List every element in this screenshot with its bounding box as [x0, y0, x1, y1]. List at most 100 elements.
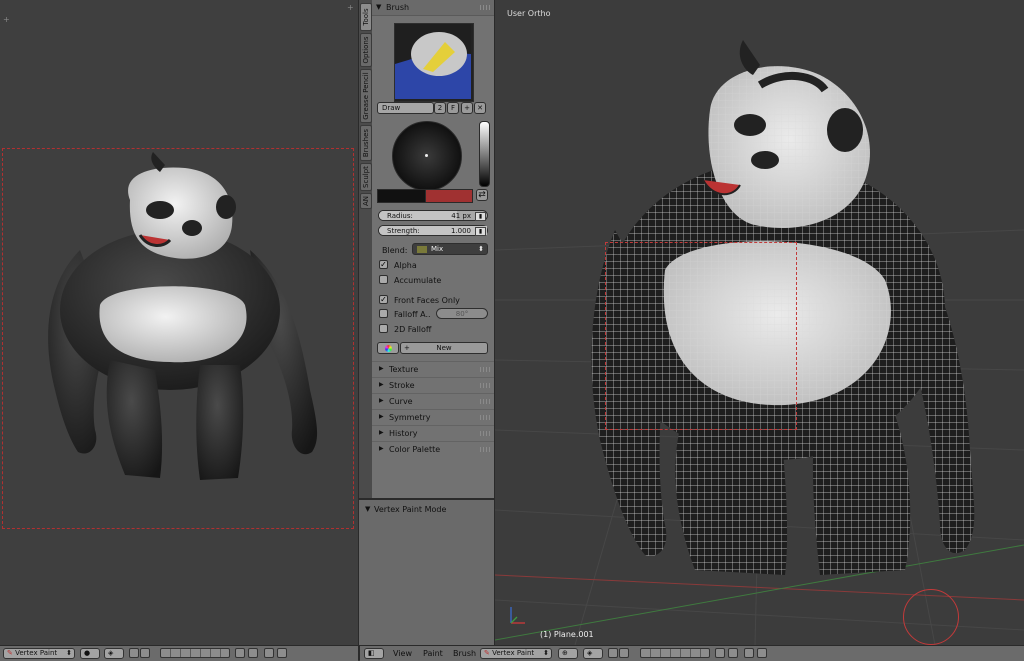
pressure-icon[interactable]: ▮: [475, 227, 486, 236]
brush-thumbnail-icon: [395, 24, 471, 99]
chevron-updown-icon: ⬍: [478, 245, 484, 253]
curve-panel-header[interactable]: ▶ Curve: [372, 393, 494, 409]
color-wheel[interactable]: [392, 121, 462, 191]
tab-an[interactable]: AN: [360, 193, 372, 209]
color-palette-panel-header[interactable]: ▶ Color Palette: [372, 441, 494, 457]
pivot-icon: ◈: [108, 649, 114, 657]
symmetry-panel-header[interactable]: ▶ Symmetry: [372, 409, 494, 425]
accumulate-checkbox[interactable]: [379, 275, 388, 284]
history-panel-header[interactable]: ▶ History: [372, 425, 494, 441]
brush-name-field[interactable]: Draw: [377, 102, 434, 114]
layers-icon[interactable]: [640, 648, 710, 658]
new-palette-button[interactable]: + New: [400, 342, 488, 354]
blend-label: Blend:: [382, 246, 408, 255]
accumulate-label: Accumulate: [394, 276, 442, 285]
mask-face-icon[interactable]: [129, 648, 139, 658]
mode-dropdown[interactable]: ✎ Vertex Paint ⬍: [480, 648, 552, 659]
cube-icon: ◧: [368, 649, 375, 657]
palette-selector[interactable]: [377, 342, 399, 354]
mask-face-icon[interactable]: [608, 648, 618, 658]
blend-icon: [417, 245, 427, 253]
tab-brushes[interactable]: Brushes: [360, 125, 372, 161]
expand-arrow-icon: ▶: [379, 381, 384, 388]
render-icon[interactable]: [235, 648, 245, 658]
sphere-icon: ⊕: [562, 649, 568, 657]
camera-icon[interactable]: [744, 648, 754, 658]
drag-grip-icon[interactable]: [480, 383, 490, 388]
brush-menu[interactable]: Brush: [453, 649, 476, 658]
blend-dropdown[interactable]: Mix ⬍: [412, 243, 488, 255]
drag-grip-icon[interactable]: [480, 399, 490, 404]
add-icon: +: [404, 344, 410, 352]
right-viewport-header: ◧ View Paint Brush ✎ Vertex Paint ⬍ ⊕ ◈: [360, 645, 1024, 661]
remove-brush-button[interactable]: ✕: [474, 102, 486, 114]
stroke-panel-header[interactable]: ▶ Stroke: [372, 377, 494, 393]
drag-grip-icon[interactable]: [480, 5, 490, 10]
right-viewport[interactable]: User Ortho (1) Plane.001: [495, 0, 1024, 645]
viewport-corner-widget[interactable]: +: [3, 15, 10, 24]
tab-options[interactable]: Options: [360, 33, 372, 67]
pivot-dropdown[interactable]: ◈: [583, 648, 603, 659]
chevron-updown-icon: ⬍: [543, 649, 549, 657]
brush-icon: ✎: [484, 649, 490, 657]
layers-icon[interactable]: [160, 648, 230, 658]
tab-tools[interactable]: Tools: [360, 3, 372, 31]
mask-vertex-icon[interactable]: [140, 648, 150, 658]
radius-slider[interactable]: Radius: 41 px ▮: [378, 210, 488, 221]
texture-panel-header[interactable]: ▶ Texture: [372, 361, 494, 377]
alpha-checkbox[interactable]: ✓: [379, 260, 388, 269]
brush-panel-header[interactable]: ▼ Brush: [372, 0, 494, 16]
expand-arrow-icon: ▶: [379, 397, 384, 404]
front-faces-checkbox[interactable]: ✓: [379, 295, 388, 304]
left-viewport-header: ✎ Vertex Paint ⬍ ● ◈: [0, 645, 358, 661]
axis-gizmo-icon: [510, 607, 525, 624]
viewport-corner-widget[interactable]: +: [347, 3, 354, 12]
film-icon[interactable]: [277, 648, 287, 658]
falloff-label: Falloff A..: [394, 310, 431, 319]
render-icon[interactable]: [715, 648, 725, 658]
fake-user-button[interactable]: F: [447, 102, 459, 114]
camera-icon[interactable]: [264, 648, 274, 658]
view-menu[interactable]: View: [393, 649, 412, 658]
snap-icon[interactable]: [248, 648, 258, 658]
shading-dropdown[interactable]: ●: [80, 648, 100, 659]
tab-sculpt[interactable]: Sculpt: [360, 163, 372, 191]
strength-slider[interactable]: Strength: 1.000 ▮: [378, 225, 488, 236]
tab-grease-pencil[interactable]: Grease Pencil: [360, 69, 372, 123]
swap-colors-icon[interactable]: ⇄: [476, 189, 488, 201]
mask-vertex-icon[interactable]: [619, 648, 629, 658]
secondary-color-swatch[interactable]: [425, 189, 473, 203]
operator-panel-title: Vertex Paint Mode: [374, 505, 447, 514]
drag-grip-icon[interactable]: [480, 447, 490, 452]
front-faces-label: Front Faces Only: [394, 296, 460, 305]
falloff-angle-field[interactable]: 80°: [436, 308, 488, 319]
pressure-icon[interactable]: ▮: [475, 212, 486, 221]
collapse-arrow-icon[interactable]: ▼: [365, 505, 370, 513]
paint-region-border: [605, 242, 797, 430]
falloff-checkbox[interactable]: [379, 309, 388, 318]
brush-users-count[interactable]: 2: [434, 102, 446, 114]
mode-dropdown[interactable]: ✎ Vertex Paint ⬍: [3, 648, 75, 659]
left-viewport[interactable]: + +: [0, 0, 358, 645]
falloff-2d-checkbox[interactable]: [379, 324, 388, 333]
shading-dropdown[interactable]: ⊕: [558, 648, 578, 659]
falloff-2d-label: 2D Falloff: [394, 325, 432, 334]
editor-type-dropdown[interactable]: ◧: [364, 648, 384, 659]
snap-icon[interactable]: [728, 648, 738, 658]
panda-model-solid: [48, 152, 318, 480]
primary-color-swatch[interactable]: [377, 189, 427, 203]
drag-grip-icon[interactable]: [480, 431, 490, 436]
brush-cursor: [903, 589, 959, 645]
film-icon[interactable]: [757, 648, 767, 658]
operator-panel: ▼ Vertex Paint Mode: [359, 498, 494, 647]
add-brush-button[interactable]: +: [461, 102, 473, 114]
object-label: (1) Plane.001: [540, 630, 594, 639]
drag-grip-icon[interactable]: [480, 367, 490, 372]
expand-arrow-icon: ▶: [379, 429, 384, 436]
color-picker-cursor-icon[interactable]: [425, 154, 428, 157]
paint-menu[interactable]: Paint: [423, 649, 443, 658]
drag-grip-icon[interactable]: [480, 415, 490, 420]
pivot-dropdown[interactable]: ◈: [104, 648, 124, 659]
value-slider[interactable]: [479, 121, 490, 187]
brush-preview[interactable]: [394, 23, 474, 102]
